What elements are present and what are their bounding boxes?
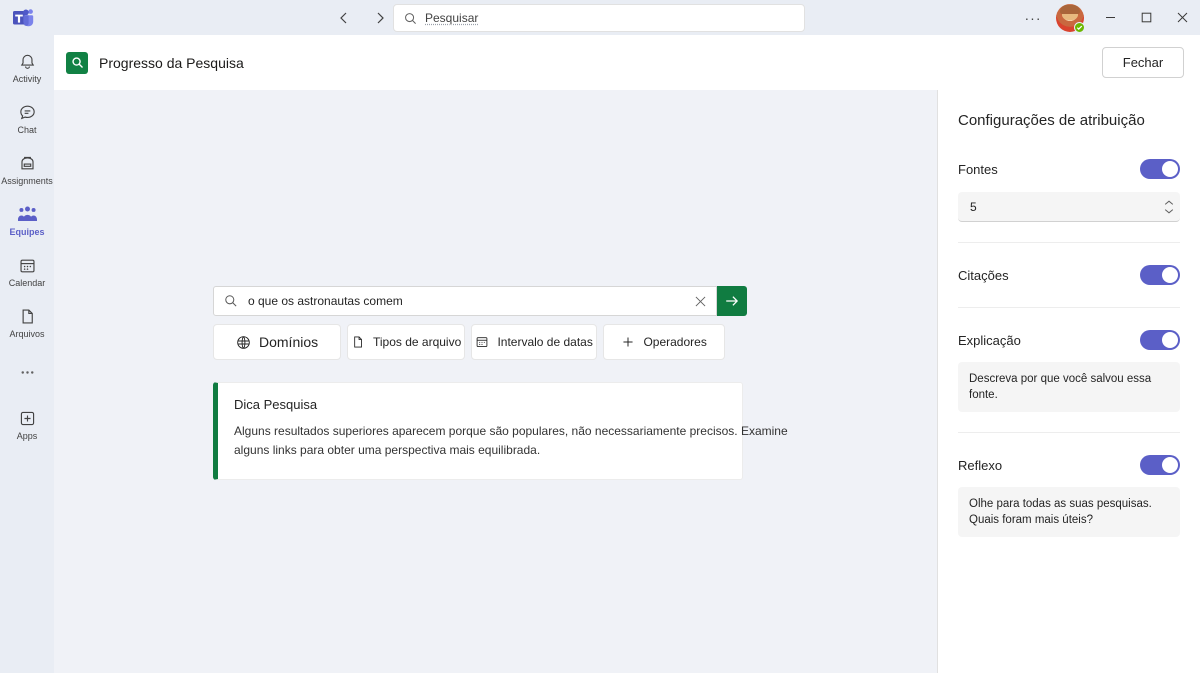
attribution-settings-panel: Configurações de atribuição Fontes 5 Cit… <box>937 90 1200 673</box>
setting-label: Explicação <box>958 332 1021 348</box>
setting-label: Fontes <box>958 161 998 177</box>
submit-search-button[interactable] <box>717 286 747 316</box>
sidebar-item-equipes[interactable]: Equipes <box>2 196 52 246</box>
title-bar: Pesquisar ··· <box>0 0 1200 35</box>
sidebar-item-activity[interactable]: Activity <box>2 43 52 93</box>
explicacao-description: Descreva por que você salvou essa fonte. <box>958 362 1180 412</box>
calendar-icon <box>475 335 489 349</box>
toggle-knob <box>1162 332 1178 348</box>
plus-icon <box>621 335 635 349</box>
setting-reflexo: Reflexo Olhe para todas as suas pesquisa… <box>958 453 1180 537</box>
globe-icon <box>236 335 251 350</box>
sidebar-item-more[interactable] <box>2 349 52 399</box>
toggle-knob <box>1162 161 1178 177</box>
setting-header: Fontes <box>958 157 1180 181</box>
filter-label: Operadores <box>643 335 707 349</box>
sidebar-label: Arquivos <box>9 329 45 339</box>
file-icon <box>18 306 37 326</box>
setting-citacoes: Citações <box>958 263 1180 287</box>
setting-header: Reflexo <box>958 453 1180 477</box>
tip-title: Dica Pesquisa <box>234 397 318 412</box>
search-block: o que os astronautas comem Domínios Tipo… <box>213 286 788 480</box>
toggle-explicacao[interactable] <box>1140 330 1180 350</box>
page-title: Progresso da Pesquisa <box>99 54 244 71</box>
tip-body: Alguns resultados superiores aparecem po… <box>234 424 788 457</box>
filter-label: Domínios <box>259 334 319 350</box>
sidebar-label: Calendar <box>8 278 46 288</box>
toggle-knob <box>1162 457 1178 473</box>
sidebar-item-calendar[interactable]: Calendar <box>2 247 52 297</box>
toggle-knob <box>1162 267 1178 283</box>
more-options-icon[interactable]: ··· <box>1018 3 1048 33</box>
back-button[interactable] <box>330 4 358 32</box>
people-icon <box>17 204 38 224</box>
search-app-icon <box>66 51 88 74</box>
setting-header: Explicação <box>958 328 1180 352</box>
app-header: Progresso da Pesquisa Fechar <box>54 35 1200 90</box>
fontes-spinner[interactable]: 5 <box>958 192 1180 222</box>
sidebar-item-apps[interactable]: Apps <box>2 400 52 450</box>
query-row: o que os astronautas comem <box>213 286 747 316</box>
fontes-spinner-value: 5 <box>970 199 977 214</box>
research-tip-card: Dica Pesquisa Alguns resultados superior… <box>213 382 788 480</box>
navigation-controls <box>330 0 394 35</box>
setting-fontes: Fontes 5 <box>958 157 1180 222</box>
filter-intervalo-de-datas-button[interactable]: Intervalo de datas <box>471 324 598 360</box>
close-window-button[interactable] <box>1164 0 1200 35</box>
filter-chip-row: Domínios Tipos de arquivo Intervalo de d… <box>213 324 747 360</box>
clear-search-icon[interactable] <box>690 291 710 311</box>
toggle-citacoes[interactable] <box>1140 265 1180 285</box>
chevron-up-icon <box>1164 200 1174 205</box>
search-icon <box>224 294 238 308</box>
sidebar-label: Activity <box>12 74 42 84</box>
sidebar-label: Equipes <box>9 227 45 237</box>
filter-operadores-button[interactable]: Operadores <box>603 324 726 360</box>
teams-logo-icon <box>0 0 48 35</box>
more-ellipsis-icon <box>18 363 37 383</box>
close-button[interactable]: Fechar <box>1102 47 1184 78</box>
global-search-placeholder: Pesquisar <box>425 11 479 25</box>
forward-button[interactable] <box>366 4 394 32</box>
spinner-arrows[interactable] <box>1164 200 1174 214</box>
app-rail: Activity Chat Assignments Equipes Calend… <box>0 35 54 673</box>
filter-label: Tipos de arquivo <box>373 335 462 349</box>
filter-dominios-button[interactable]: Domínios <box>213 324 342 360</box>
search-icon <box>404 12 417 25</box>
setting-explicacao: Explicação Descreva por que você salvou … <box>958 328 1180 412</box>
toggle-fontes[interactable] <box>1140 159 1180 179</box>
calendar-icon <box>18 255 37 275</box>
search-query-value: o que os astronautas comem <box>248 294 403 308</box>
chat-icon <box>18 102 37 122</box>
toggle-reflexo[interactable] <box>1140 455 1180 475</box>
sidebar-item-arquivos[interactable]: Arquivos <box>2 298 52 348</box>
presence-available-icon <box>1074 21 1085 33</box>
maximize-button[interactable] <box>1128 0 1164 35</box>
panel-title: Configurações de atribuição <box>958 112 1145 129</box>
reflexo-description: Olhe para todas as suas pesquisas. Quais… <box>958 487 1180 537</box>
setting-label: Reflexo <box>958 457 1003 473</box>
sidebar-item-assignments[interactable]: Assignments <box>1 145 53 195</box>
sidebar-label: Chat <box>17 125 37 135</box>
setting-header: Citações <box>958 263 1180 287</box>
setting-label: Citações <box>958 267 1009 283</box>
filter-label: Intervalo de datas <box>497 335 593 349</box>
search-input[interactable]: o que os astronautas comem <box>213 286 717 316</box>
backpack-icon <box>18 153 37 173</box>
bell-icon <box>18 51 37 71</box>
minimize-button[interactable] <box>1092 0 1128 35</box>
apps-plus-icon <box>18 408 37 428</box>
sidebar-item-chat[interactable]: Chat <box>2 94 52 144</box>
sidebar-label: Apps <box>16 431 38 441</box>
sidebar-label: Assignments <box>1 176 53 186</box>
main-content: o que os astronautas comem Domínios Tipo… <box>54 90 937 673</box>
document-icon <box>351 335 365 349</box>
global-search-bar[interactable]: Pesquisar <box>393 4 805 32</box>
chevron-down-icon <box>1164 208 1174 213</box>
filter-tipos-de-arquivo-button[interactable]: Tipos de arquivo <box>347 324 466 360</box>
avatar[interactable] <box>1056 3 1085 33</box>
window-controls-group: ··· <box>1018 0 1200 35</box>
